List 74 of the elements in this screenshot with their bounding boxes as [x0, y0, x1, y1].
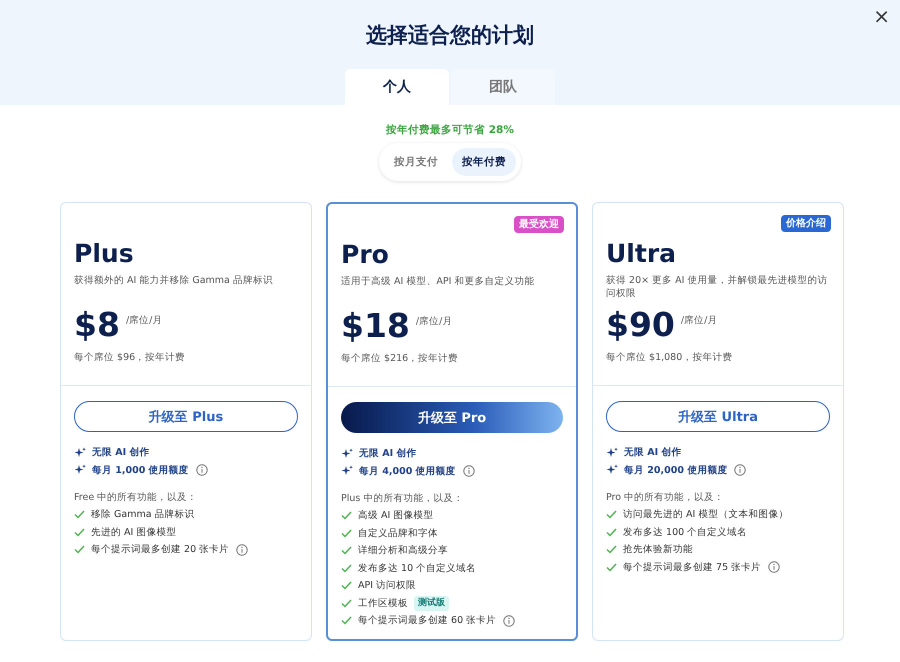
check-icon: [606, 528, 617, 537]
info-icon[interactable]: [462, 465, 475, 478]
plan-description: 适用于高级 AI 模型、API 和更多自定义功能: [341, 275, 536, 289]
features-heading: Pro 中的所有功能，以及：: [606, 491, 724, 505]
credit-text: 每月 4,000 使用额度: [359, 464, 456, 478]
price-unit: /席位/月: [126, 314, 162, 327]
info-icon[interactable]: [734, 464, 746, 476]
feature-text: 访问最先进的 AI 模型（文本和图像）: [623, 508, 788, 522]
info-icon[interactable]: [503, 614, 516, 627]
feature-text: 每个提示词最多创建 20 张卡片: [91, 543, 230, 557]
check-icon: [341, 616, 352, 626]
feature-text: 高级 AI 图像模型: [358, 509, 434, 523]
plan-name: Plus: [74, 239, 134, 269]
credit-text: 无限 AI 创作: [92, 446, 150, 460]
plan-tab[interactable]: 个人: [345, 69, 449, 105]
upgrade-button[interactable]: 升级至 Plus: [74, 401, 298, 432]
check-icon: [341, 546, 352, 556]
plan-description: 获得额外的 AI 能力并移除 Gamma 品牌标识: [74, 274, 274, 288]
beta-tag: 测试版: [414, 596, 449, 611]
feature-text: 抢先体验新功能: [623, 543, 693, 557]
info-icon[interactable]: [196, 464, 208, 476]
savings-note: 按年付费最多可节省 28%: [386, 123, 514, 137]
close-button[interactable]: ×: [869, 5, 894, 27]
check-icon: [74, 545, 85, 554]
check-icon: [74, 510, 85, 520]
check-icon: [341, 564, 352, 573]
check-icon: [606, 562, 617, 572]
check-icon: [341, 598, 352, 608]
billing-note: 每个席位 $1,080，按年计费: [606, 351, 732, 364]
billing-option[interactable]: 按月支付: [384, 148, 448, 176]
check-icon: [341, 511, 352, 520]
price-unit: /席位/月: [680, 314, 718, 327]
plan-price: $8: [74, 306, 120, 344]
info-icon[interactable]: [768, 561, 780, 574]
upgrade-button[interactable]: 升级至 Ultra: [606, 401, 830, 432]
info-icon[interactable]: [236, 544, 248, 556]
feature-text: 先进的 AI 图像模型: [91, 526, 176, 540]
sparkle-icon: [341, 448, 353, 460]
billing-note: 每个席位 $96，按年计费: [74, 351, 186, 364]
feature-text: 发布多达 100 个自定义域名: [623, 526, 748, 540]
sparkle-icon: [606, 446, 618, 459]
plan-badge: 最受欢迎: [514, 216, 564, 233]
feature-text: 每个提示词最多创建 60 张卡片: [358, 614, 496, 628]
features-heading: Plus 中的所有功能，以及：: [341, 492, 464, 506]
plan-name: Ultra: [606, 239, 676, 269]
billing-option[interactable]: 按年付费: [452, 148, 516, 176]
sparkle-icon: [74, 446, 86, 459]
credit-text: 无限 AI 创作: [359, 447, 417, 461]
feature-text: 自定义品牌和字体: [358, 526, 438, 540]
check-icon: [606, 510, 617, 520]
feature-text: 发布多达 10 个自定义域名: [358, 562, 476, 576]
features-heading: Free 中的所有功能，以及：: [74, 491, 198, 505]
feature-text: 工作区模板: [358, 596, 408, 610]
plan-badge: 价格介绍: [781, 215, 831, 232]
feature-text: API 访问权限: [358, 579, 416, 593]
billing-note: 每个席位 $216，按年计费: [341, 352, 458, 365]
upgrade-button[interactable]: 升级至 Pro: [341, 402, 563, 433]
feature-text: 详细分析和高级分享: [358, 544, 448, 558]
feature-text: 移除 Gamma 品牌标识: [91, 508, 195, 522]
plan-tab[interactable]: 团队: [451, 69, 555, 105]
feature-text: 每个提示词最多创建 75 张卡片: [623, 560, 762, 574]
credit-text: 每月 20,000 使用额度: [624, 464, 728, 478]
plan-name: Pro: [341, 240, 389, 270]
check-icon: [74, 528, 85, 537]
plan-price: $18: [341, 307, 410, 345]
check-icon: [606, 545, 617, 554]
check-icon: [341, 581, 352, 590]
credit-text: 无限 AI 创作: [624, 446, 682, 460]
check-icon: [341, 528, 352, 538]
price-unit: /席位/月: [416, 315, 452, 328]
dialog-title: 选择适合您的计划: [366, 22, 534, 49]
credit-text: 每月 1,000 使用额度: [92, 464, 189, 478]
plan-description: 获得 20× 更多 AI 使用量，并解锁最先进模型的访问权限: [606, 274, 828, 300]
plan-price: $90: [606, 306, 675, 344]
